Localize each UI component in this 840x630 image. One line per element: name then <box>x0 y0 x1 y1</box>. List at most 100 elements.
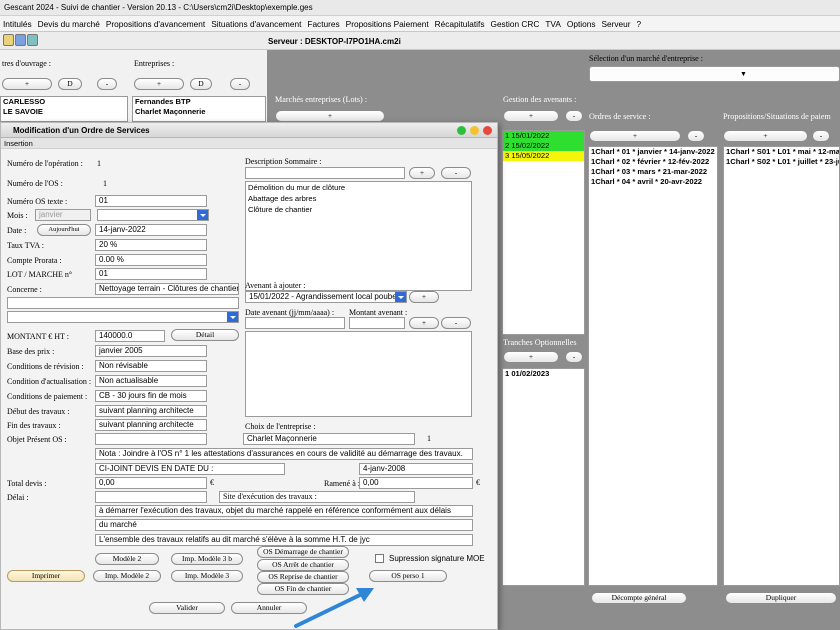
nota-input[interactable]: Nota : Joindre à l'OS n° 1 les attestati… <box>95 448 473 460</box>
list-item[interactable]: 1Charl * 02 * février * 12-fév-2022 <box>589 157 717 167</box>
add-tranche-button[interactable]: + <box>503 351 559 363</box>
maximize-icon[interactable] <box>457 126 466 135</box>
joint-input[interactable]: CI-JOINT DEVIS EN DATE DU : <box>95 463 285 475</box>
mois-select[interactable] <box>97 209 209 221</box>
add-montant-avenant-button[interactable]: + <box>409 317 439 329</box>
detail-button[interactable]: Détail <box>171 329 239 341</box>
save-icon[interactable] <box>15 34 26 46</box>
remove-tranche-button[interactable]: - <box>565 351 583 363</box>
menu-tva[interactable]: TVA <box>542 16 564 32</box>
concerne-input[interactable]: Nettoyage terrain - Clôtures de chantier <box>95 283 239 295</box>
add-description-button[interactable]: + <box>409 167 435 179</box>
delai-input[interactable] <box>95 491 207 503</box>
menu-factures[interactable]: Factures <box>304 16 342 32</box>
ordres-list[interactable]: 1Charl * 01 * janvier * 14-janv-2022 1Ch… <box>588 146 718 586</box>
date-avenant-input[interactable] <box>245 317 345 329</box>
os-arret-button[interactable]: OS Arrêt de chantier <box>257 559 349 571</box>
detail-entreprise-button[interactable]: D <box>190 78 212 90</box>
ramene-input[interactable]: 0,00 <box>359 477 473 489</box>
list-item[interactable]: Abattage des arbres <box>246 193 471 204</box>
supression-checkbox[interactable] <box>375 554 384 563</box>
minimize-icon[interactable] <box>470 126 479 135</box>
os-demarrage-button[interactable]: OS Démarrage de chantier <box>257 546 349 558</box>
lot-input[interactable]: 01 <box>95 268 207 280</box>
revision-input[interactable]: Non révisable <box>95 360 207 372</box>
total-input[interactable]: 0,00 <box>95 477 207 489</box>
list-item[interactable]: LE SAVOIE <box>1 107 127 117</box>
avenants-dialog-list[interactable] <box>245 331 472 417</box>
os-reprise-button[interactable]: OS Reprise de chantier <box>257 571 349 583</box>
list-item[interactable]: Fernandes BTP <box>133 97 265 107</box>
debut-input[interactable]: suivant planning architecte <box>95 405 207 417</box>
menu-serveur[interactable]: Serveur <box>598 16 633 32</box>
base-prix-input[interactable]: janvier 2005 <box>95 345 207 357</box>
avenants-list[interactable]: 1 15/01/2022 2 15/02/2022 3 15/05/2022 <box>502 130 585 335</box>
print-icon[interactable] <box>27 34 38 46</box>
add-entreprise-button[interactable]: + <box>134 78 184 90</box>
valider-button[interactable]: Valider <box>149 602 225 614</box>
list-item[interactable]: 1 15/01/2022 <box>503 131 584 141</box>
remove-montant-avenant-button[interactable]: - <box>441 317 471 329</box>
montant-input[interactable]: 140000.0 <box>95 330 165 342</box>
menu-devis[interactable]: Devis du marché <box>35 16 103 32</box>
remove-ordre-button[interactable]: - <box>687 130 705 142</box>
menu-options[interactable]: Options <box>564 16 599 32</box>
add-proposition-button[interactable]: + <box>723 130 808 142</box>
remove-avenant-button[interactable]: - <box>565 110 583 122</box>
montant-avenant-input[interactable] <box>349 317 405 329</box>
tva-input[interactable]: 20 % <box>95 239 207 251</box>
list-item[interactable]: Clôture de chantier <box>246 204 471 215</box>
propositions-list[interactable]: 1Charl * S01 * L01 * mai * 12-ma 1Charl … <box>723 146 840 586</box>
list-item[interactable]: 1 01/02/2023 <box>503 369 584 379</box>
paiement-input[interactable]: CB - 30 jours fin de mois <box>95 390 207 402</box>
menu-gestion-crc[interactable]: Gestion CRC <box>487 16 542 32</box>
fin-input[interactable]: suivant planning architecte <box>95 419 207 431</box>
imp-modele3-button[interactable]: Imp. Modèle 3 <box>171 570 243 582</box>
close-icon[interactable] <box>483 126 492 135</box>
aujourdhui-button[interactable]: Aujourd'hui <box>37 224 91 236</box>
prorata-input[interactable]: 0.00 % <box>95 254 207 266</box>
joint-date-input[interactable]: 4-janv-2008 <box>359 463 473 475</box>
text1-input[interactable]: à démarrer l'exécution des travaux, obje… <box>95 505 473 517</box>
text3-input[interactable]: L'ensemble des travaux relatifs au dit m… <box>95 534 473 546</box>
imp-modele2-button[interactable]: Imp. Modèle 2 <box>93 570 161 582</box>
list-item[interactable]: 1Charl * 03 * mars * 21-mar-2022 <box>589 167 717 177</box>
list-item[interactable]: Charlet Maçonnerie <box>133 107 265 117</box>
objet-input[interactable] <box>95 433 207 445</box>
concerne-extra-input[interactable] <box>7 297 239 309</box>
open-folder-icon[interactable] <box>3 34 14 46</box>
detail-maitre-button[interactable]: D <box>58 78 82 90</box>
concerne-select[interactable] <box>7 311 239 323</box>
maitres-list[interactable]: CARLESSO LE SAVOIE <box>0 96 128 122</box>
list-item[interactable]: 2 15/02/2022 <box>503 141 584 151</box>
list-item[interactable]: Démolition du mur de clôture <box>246 182 471 193</box>
tab-insertion[interactable]: Insertion <box>1 138 497 149</box>
description-input[interactable] <box>245 167 405 179</box>
add-avenant-button[interactable]: + <box>503 110 559 122</box>
remove-maitre-button[interactable]: - <box>97 78 117 90</box>
entreprises-list[interactable]: Fernandes BTP Charlet Maçonnerie <box>132 96 266 122</box>
add-maitre-button[interactable]: + <box>2 78 52 90</box>
list-item[interactable]: 1Charl * 04 * avril * 20-avr-2022 <box>589 177 717 187</box>
menu-propositions-avancement[interactable]: Propositions d'avancement <box>103 16 208 32</box>
remove-proposition-button[interactable]: - <box>812 130 830 142</box>
choix-select[interactable]: Charlet Maçonnerie <box>243 433 415 445</box>
num-os-texte-input[interactable]: 01 <box>95 195 207 207</box>
marche-select[interactable]: ▼ <box>589 66 840 82</box>
dupliquer-button[interactable]: Dupliquer <box>725 592 837 604</box>
list-item[interactable]: CARLESSO <box>1 97 127 107</box>
chevron-down-icon[interactable] <box>395 292 406 302</box>
add-avenant-dialog-button[interactable]: + <box>409 291 439 303</box>
tranches-list[interactable]: 1 01/02/2023 <box>502 368 585 586</box>
imprimer-button[interactable]: Imprimer <box>7 570 85 582</box>
list-item[interactable]: 1Charl * S01 * L01 * mai * 12-ma <box>724 147 839 157</box>
add-ordre-button[interactable]: + <box>589 130 681 142</box>
os-perso-button[interactable]: OS perso 1 <box>369 570 447 582</box>
date-input[interactable]: 14-janv-2022 <box>95 224 207 236</box>
description-list[interactable]: Démolition du mur de clôture Abattage de… <box>245 181 472 291</box>
text2-input[interactable]: du marché <box>95 519 473 531</box>
menu-help[interactable]: ? <box>634 16 645 32</box>
list-item[interactable]: 1Charl * 01 * janvier * 14-janv-2022 <box>589 147 717 157</box>
decompte-button[interactable]: Décompte général <box>591 592 687 604</box>
mois-field[interactable]: janvier <box>35 209 91 221</box>
